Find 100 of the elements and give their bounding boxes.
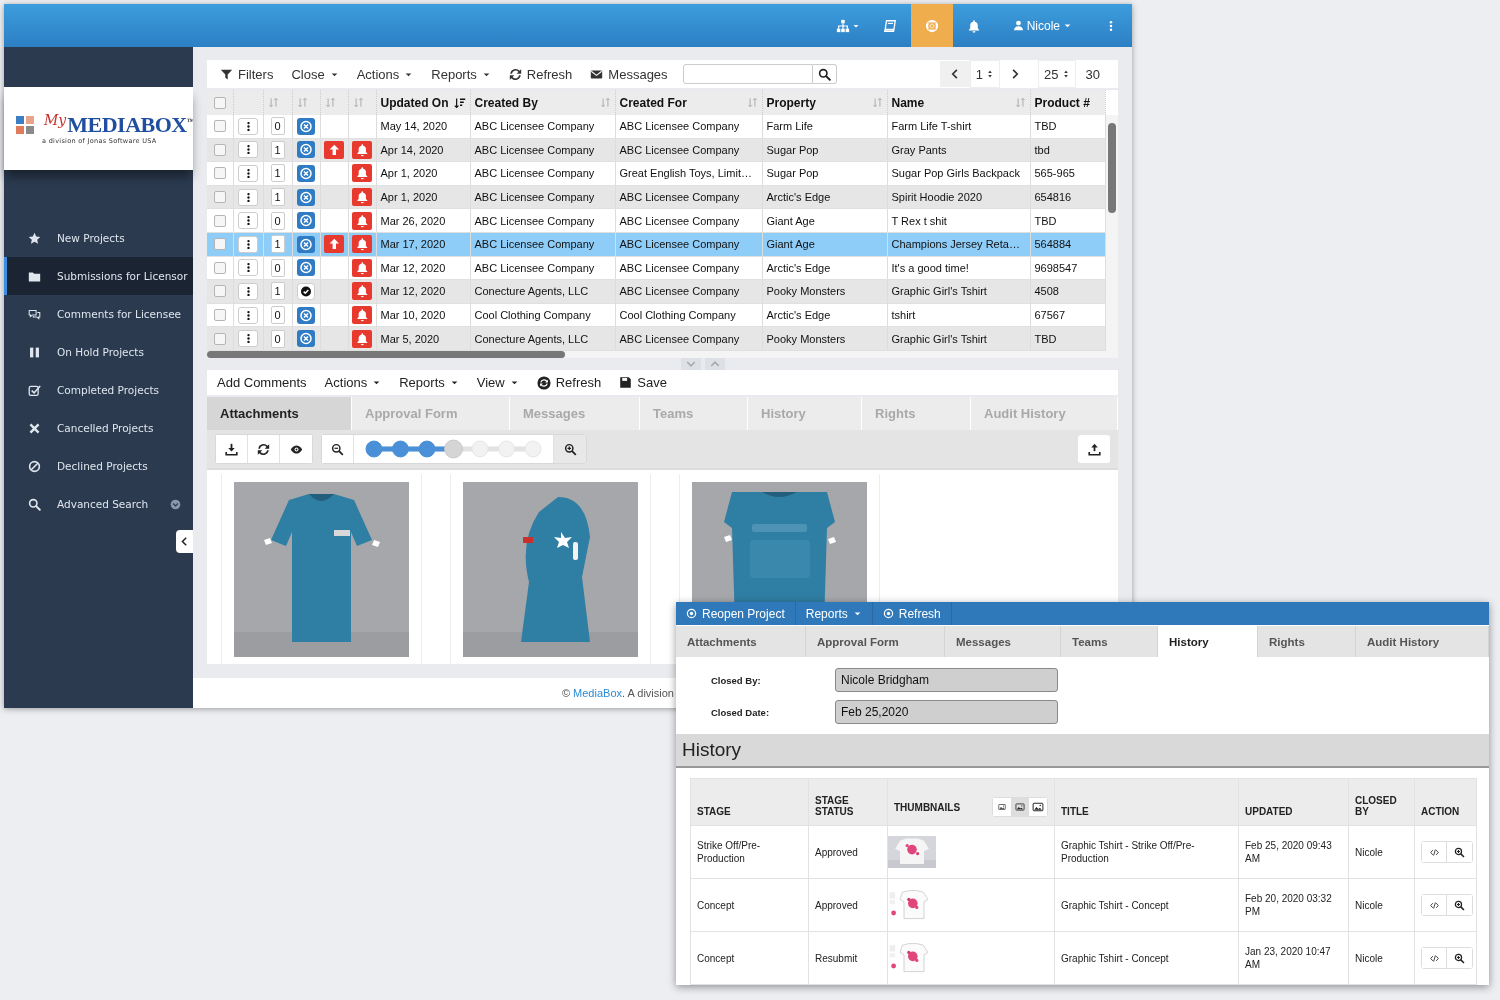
toolbar-button[interactable]: Messages bbox=[581, 60, 677, 88]
toolbar-button[interactable]: Save bbox=[610, 370, 676, 395]
sidebar-item[interactable]: On Hold Projects bbox=[4, 333, 193, 371]
toolbar-button[interactable]: Add Comments bbox=[208, 370, 316, 395]
table-cell: 654816 bbox=[1030, 185, 1105, 209]
table-cell: Strike Off/Pre-Production bbox=[697, 840, 761, 864]
table-row[interactable]: 1 Apr 1, 2020 ABC Licensee Company ABC Licensee Company Arctic's Edge Spirit Hoodie 2020 654816 bbox=[207, 185, 1105, 209]
toolbar-button[interactable]: Filters bbox=[211, 60, 283, 88]
row-checkbox[interactable] bbox=[213, 261, 226, 274]
table-cell: Mar 5, 2020 bbox=[376, 326, 470, 351]
dropdown-button[interactable]: View bbox=[467, 370, 528, 395]
sidebar-item[interactable]: Cancelled Projects bbox=[4, 409, 193, 447]
row-checkbox[interactable] bbox=[213, 120, 226, 133]
table-row[interactable]: 1 Mar 17, 2020 ABC Licensee Company ABC Licensee Company Giant Age Champions Jersey Reta… 564884 bbox=[207, 232, 1105, 257]
row-menu-button[interactable] bbox=[238, 165, 258, 182]
table-cell: TBD bbox=[1030, 208, 1105, 233]
table-cell: Mar 12, 2020 bbox=[376, 279, 470, 304]
field-label: Closed By: bbox=[711, 674, 762, 686]
table-row[interactable]: 0 Mar 10, 2020 Cool Clothing Company Cool Clothing Company Arctic's Edge tshirt 67567 bbox=[207, 303, 1105, 327]
row-menu-button[interactable] bbox=[238, 141, 258, 159]
dropdown-button[interactable]: Actions bbox=[347, 60, 423, 88]
search-field[interactable] bbox=[682, 64, 813, 84]
select-all-checkbox[interactable] bbox=[213, 96, 226, 109]
row-checkbox[interactable] bbox=[213, 238, 226, 251]
tab[interactable]: Attachments bbox=[207, 397, 352, 430]
sidebar-item[interactable]: Advanced Search bbox=[4, 485, 193, 523]
column-header[interactable]: Name bbox=[891, 95, 925, 110]
sidebar-item[interactable]: New Projects bbox=[4, 219, 193, 257]
scrollbar-thumb[interactable] bbox=[207, 351, 565, 358]
row-menu-button[interactable] bbox=[238, 188, 258, 206]
slider-thumb[interactable] bbox=[444, 439, 463, 459]
sidebar-item[interactable]: Completed Projects bbox=[4, 371, 193, 409]
mediabox-link[interactable]: MediaBox bbox=[573, 687, 622, 699]
table-row[interactable]: 0 Mar 12, 2020 ABC Licensee Company ABC Licensee Company Arctic's Edge It's a good time! 9698547 bbox=[207, 256, 1105, 280]
code-button[interactable] bbox=[1422, 895, 1447, 915]
comment-count: 0 bbox=[270, 306, 285, 325]
row-menu-button[interactable] bbox=[238, 282, 258, 300]
tab[interactable]: History bbox=[1158, 626, 1258, 657]
table-cell: Resubmit bbox=[815, 952, 858, 964]
row-checkbox[interactable] bbox=[213, 309, 226, 322]
dropdown-button[interactable]: Close bbox=[282, 60, 348, 88]
row-menu-button[interactable] bbox=[238, 212, 258, 230]
zoom-in-button[interactable] bbox=[554, 435, 586, 463]
row-checkbox[interactable] bbox=[213, 191, 226, 204]
page-field[interactable]: 1 bbox=[969, 60, 1001, 88]
previous-page-button[interactable] bbox=[939, 61, 970, 87]
sort-icon bbox=[267, 97, 279, 108]
code-button[interactable] bbox=[1422, 842, 1447, 862]
row-menu-button[interactable] bbox=[238, 306, 258, 324]
sidebar-item[interactable]: Submissions for Licensor bbox=[4, 257, 193, 295]
row-menu-button[interactable] bbox=[238, 330, 258, 348]
table-cell: Jan 23, 2020 10:47 AM bbox=[1245, 946, 1331, 970]
table-cell: Spirit Hoodie 2020 bbox=[887, 185, 1030, 209]
collapse-sidebar-button[interactable] bbox=[176, 530, 193, 553]
thumbnail-size-button[interactable] bbox=[1011, 798, 1029, 816]
row-checkbox[interactable] bbox=[213, 214, 226, 227]
table-cell: Nicole bbox=[1355, 899, 1383, 911]
row-checkbox[interactable] bbox=[213, 143, 226, 156]
dropdown-button[interactable]: Reports bbox=[390, 370, 468, 395]
envelope-icon bbox=[590, 67, 604, 81]
checkbox-icon bbox=[28, 383, 41, 397]
image-icon bbox=[1032, 801, 1044, 813]
topbar-button[interactable] bbox=[910, 4, 953, 47]
table-row[interactable]: 1 Apr 1, 2020 ABC Licensee Company Great English Toys, Limit… Sugar Pop Sugar Pop Girls Backpack 565-965 bbox=[207, 161, 1105, 186]
toolbar-button[interactable]: Refresh bbox=[527, 370, 611, 395]
download-button[interactable] bbox=[216, 435, 248, 463]
logo-wordmark: MEDIABOX$^{™}$ bbox=[67, 114, 193, 136]
row-menu-button[interactable] bbox=[238, 117, 258, 135]
zoom-slider[interactable] bbox=[364, 439, 543, 459]
scrollbar-thumb[interactable] bbox=[1107, 123, 1116, 213]
text-field[interactable]: Feb 25,2020 bbox=[835, 700, 1058, 724]
table-cell: ABC Licensee Company bbox=[615, 138, 762, 162]
table-row[interactable]: 0 Mar 26, 2020 ABC Licensee Company ABC Licensee Company Giant Age T Rex t shit TBD bbox=[207, 208, 1105, 233]
row-menu-button[interactable] bbox=[238, 235, 258, 253]
search-icon bbox=[28, 497, 41, 511]
table-row[interactable]: 0 May 14, 2020 ABC Licensee Company ABC Licensee Company Farm Life Farm Life T-shirt TBD bbox=[207, 115, 1105, 139]
search-button[interactable] bbox=[812, 64, 837, 84]
toolbar-button[interactable]: Refresh bbox=[499, 60, 582, 88]
thumbnail-size-button[interactable] bbox=[1029, 798, 1047, 816]
code-button[interactable] bbox=[1422, 948, 1447, 968]
table-row[interactable]: 1 Mar 12, 2020 Conecture Agents, LLC ABC Licensee Company Pooky Monsters Graphic Girl's Tshirt 4508 bbox=[207, 279, 1105, 304]
row-checkbox[interactable] bbox=[213, 332, 226, 345]
zoom-out-button[interactable] bbox=[322, 435, 354, 463]
sidebar-item[interactable]: Declined Projects bbox=[4, 447, 193, 485]
dropdown-button[interactable]: Actions bbox=[315, 370, 391, 395]
dropdown-button[interactable]: Reports bbox=[422, 60, 500, 88]
sidebar-item[interactable]: Comments for Licensee bbox=[4, 295, 193, 333]
text-field[interactable]: Nicole Bridgham bbox=[835, 668, 1058, 692]
table-cell: Concept bbox=[697, 899, 735, 911]
row-menu-button[interactable] bbox=[238, 259, 258, 277]
user-menu[interactable]: Nicole bbox=[994, 4, 1096, 47]
table-cell: Sugar Pop Girls Backpack bbox=[887, 161, 1030, 186]
table-cell: Mar 26, 2020 bbox=[376, 208, 470, 233]
row-checkbox[interactable] bbox=[213, 167, 226, 180]
row-checkbox[interactable] bbox=[213, 285, 226, 298]
upload-button[interactable] bbox=[1078, 435, 1110, 463]
table-row[interactable]: 1 Apr 14, 2020 ABC Licensee Company ABC Licensee Company Sugar Pop Gray Pants tbd bbox=[207, 138, 1105, 162]
page-size-field[interactable]: 25 bbox=[1038, 60, 1076, 88]
table-row[interactable]: 0 Mar 5, 2020 Conecture Agents, LLC ABC Licensee Company Pooky Monsters Graphic Girl's Tshirt TBD bbox=[207, 326, 1105, 351]
comment-count: 0 bbox=[270, 258, 285, 277]
